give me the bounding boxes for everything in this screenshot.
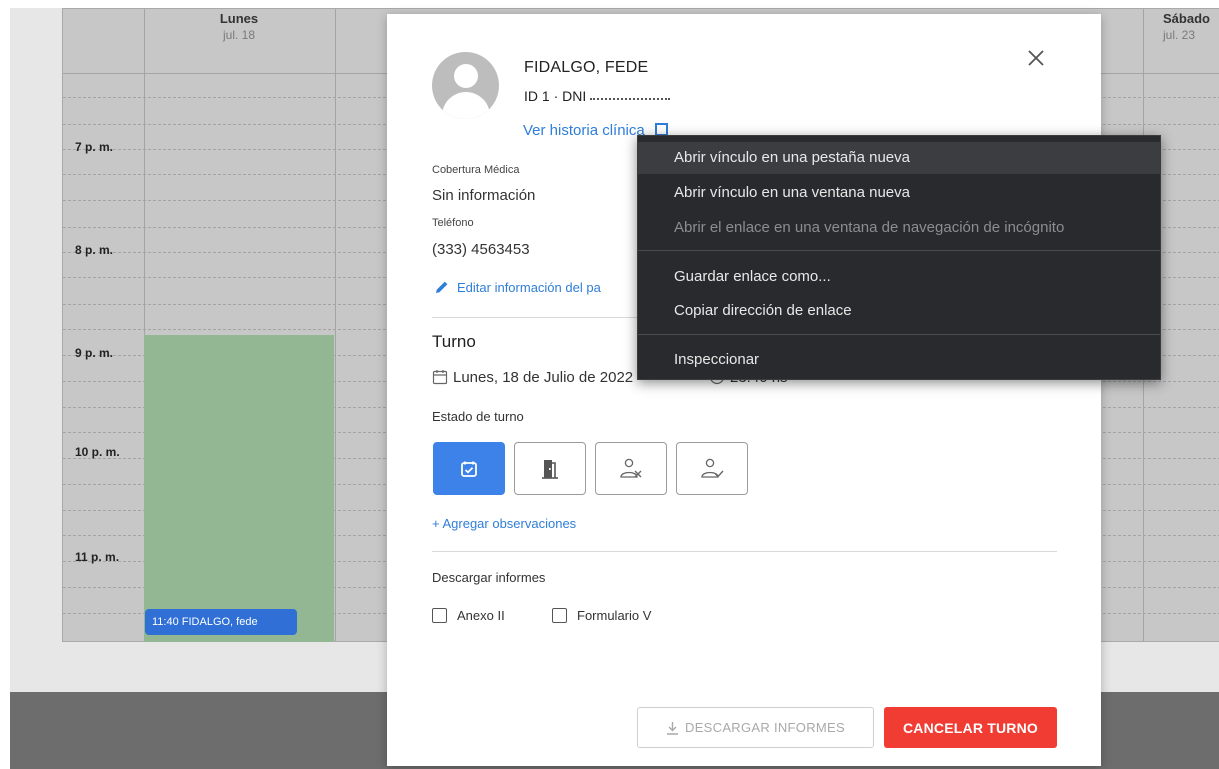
add-observations-link[interactable]: + Agregar observaciones [432, 516, 576, 531]
turno-title: Turno [432, 332, 476, 351]
patient-id: ID 1 · DNI [524, 88, 699, 106]
checkbox-annex-ii[interactable]: Anexo II [432, 608, 505, 623]
status-label: Estado de turno [432, 409, 524, 424]
avatar-body [442, 92, 490, 119]
door-icon [542, 459, 558, 479]
hour-label: 11 p. m. [75, 550, 120, 564]
divider [432, 551, 1057, 552]
avatar [432, 52, 499, 119]
download-reports-button[interactable]: DESCARGAR INFORMES [637, 707, 874, 748]
ctx-separator [638, 334, 1160, 335]
user-x-icon [620, 458, 642, 478]
hour-label: 9 p. m. [75, 346, 114, 360]
status-absent-button[interactable] [595, 442, 667, 495]
ctx-open-new-tab[interactable]: Abrir vínculo en una pestaña nueva [638, 142, 1160, 174]
coverage-label: Cobertura Médica [432, 164, 520, 176]
ctx-open-incognito: Abrir el enlace en una ventana de navega… [674, 219, 1065, 236]
ctx-copy-link[interactable]: Copiar dirección de enlace [638, 295, 1160, 327]
day-date: jul. 18 [222, 28, 256, 42]
calendar-check-icon [461, 461, 477, 477]
phone-value: (333) 4563453 [432, 241, 530, 258]
screen: Lunes jul. 18 Sábado jul. 23 7 p. m. 8 p… [0, 0, 1219, 769]
day-date: jul. 23 [1163, 28, 1196, 42]
context-menu: Abrir vínculo en una pestaña nueva Abrir… [637, 135, 1161, 380]
status-arrived-button[interactable] [514, 442, 586, 495]
user-check-icon [701, 458, 724, 478]
close-icon[interactable] [1022, 44, 1050, 72]
patient-name: FIDALGO, FEDE [524, 59, 649, 76]
edit-patient-label: Editar información del pa [457, 280, 601, 295]
cancel-appointment-button[interactable]: CANCELAR TURNO [884, 707, 1057, 748]
day-header-monday[interactable]: Lunes jul. 18 [144, 9, 334, 43]
checkbox-label: Formulario V [577, 608, 652, 623]
availability-block[interactable] [144, 335, 334, 642]
ctx-save-link[interactable]: Guardar enlace como... [638, 261, 1160, 293]
hour-label: 8 p. m. [75, 243, 114, 257]
checkbox-form-v[interactable]: Formulario V [552, 608, 651, 623]
checkbox-box[interactable] [432, 608, 447, 623]
download-reports-label: DESCARGAR INFORMES [685, 720, 845, 735]
coverage-value: Sin información [432, 187, 536, 204]
appointment-modal: FIDALGO, FEDE ID 1 · DNI Ver historia cl… [387, 14, 1101, 766]
edit-patient-link[interactable]: Editar información del pa [435, 280, 601, 295]
hour-label: 7 p. m. [75, 140, 114, 154]
calendar-icon [432, 370, 448, 385]
calendar-column-divider [335, 9, 336, 641]
hour-label: 10 p. m. [75, 445, 120, 459]
status-confirmed-button[interactable] [433, 442, 505, 495]
checkbox-box[interactable] [552, 608, 567, 623]
clinical-history-label: Ver historia clínica [523, 122, 645, 139]
day-name: Lunes [219, 11, 259, 26]
avatar-head [454, 64, 478, 88]
pencil-icon [436, 281, 448, 293]
ctx-separator [638, 250, 1160, 251]
reports-label: Descargar informes [432, 570, 546, 585]
day-header-saturday[interactable]: Sábado jul. 23 [1143, 9, 1219, 43]
turno-date: Lunes, 18 de Julio de 2022 [432, 369, 633, 386]
ctx-open-new-window[interactable]: Abrir vínculo en una ventana nueva [638, 177, 1160, 209]
day-name: Sábado [1163, 11, 1210, 26]
status-attended-button[interactable] [676, 442, 748, 495]
download-icon [667, 721, 678, 735]
appointment-event[interactable]: 11:40 FIDALGO, fede [145, 609, 297, 635]
ctx-inspect[interactable]: Inspeccionar [638, 344, 1160, 376]
checkbox-label: Anexo II [457, 608, 505, 623]
phone-label: Teléfono [432, 217, 474, 229]
